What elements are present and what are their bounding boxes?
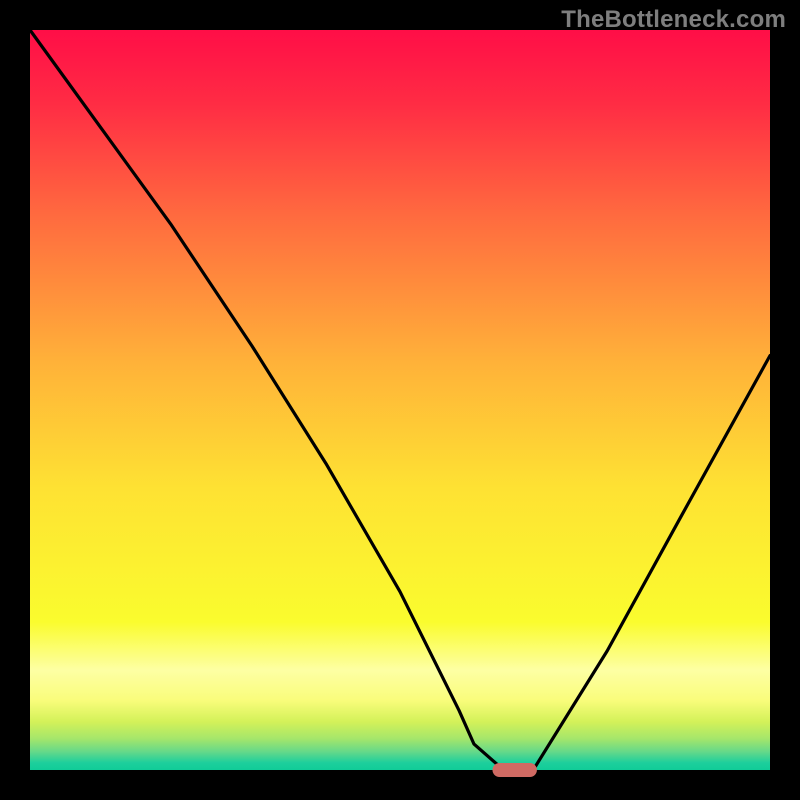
plot-background — [30, 30, 770, 770]
watermark-text: TheBottleneck.com — [561, 6, 786, 34]
optimal-range-marker — [493, 763, 537, 777]
chart-svg — [0, 0, 800, 800]
chart-frame: TheBottleneck.com — [0, 0, 800, 800]
